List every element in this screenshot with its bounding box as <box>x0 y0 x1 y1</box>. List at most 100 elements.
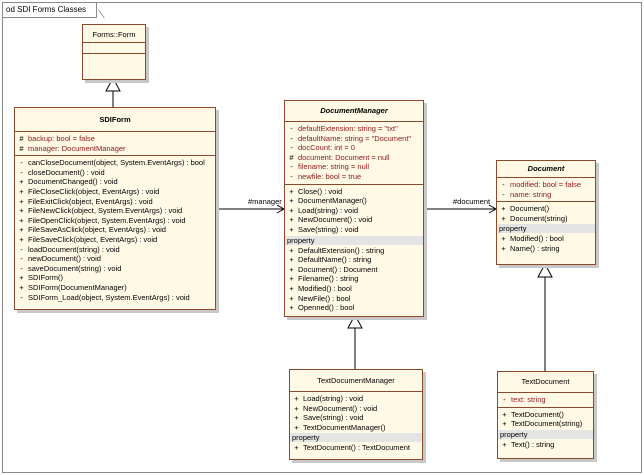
operation-row: + TextDocumentManager() <box>290 423 422 433</box>
operations-compartment: + TextDocument() + TextDocument(string) prop… <box>498 408 593 452</box>
operation-row: + FileCloseClick(object, EventArgs) : voi… <box>15 187 215 197</box>
attributes-compartment: - defaultExtension: string = "txt" - defaul… <box>285 122 423 185</box>
operation-text: TextDocument(string) <box>511 419 583 429</box>
operation-text: NewDocument() : void <box>303 403 378 413</box>
operation-row: - canCloseDocument(object, System.EventAr… <box>15 158 215 168</box>
visibility-marker: + <box>19 273 24 283</box>
attribute-row: - newfile: bool = true <box>285 172 423 182</box>
class-document[interactable]: Document - modified: bool = false - name: s… <box>496 160 596 265</box>
property-row: + Name() : string <box>497 244 595 254</box>
visibility-marker: # <box>19 134 24 143</box>
operation-row: + Document() <box>497 204 595 214</box>
property-text: DefaultExtension() : string <box>298 245 385 255</box>
operation-text: FileSaveClick(object, EventArgs) : void <box>28 234 158 244</box>
visibility-marker: + <box>501 243 506 253</box>
association-label-manager: #manager <box>248 197 282 206</box>
visibility-marker: - <box>502 189 505 199</box>
attributes-compartment: # backup: bool = false # manager: DocumentM… <box>15 132 215 157</box>
visibility-marker: + <box>289 245 294 255</box>
association-label-document: #document <box>453 197 491 206</box>
visibility-marker: + <box>19 177 24 187</box>
visibility-marker: + <box>289 196 294 206</box>
property-text: Filename() : string <box>298 274 359 284</box>
property-text: Document() : Document <box>298 264 378 274</box>
visibility-marker: + <box>502 409 507 419</box>
property-row: + Openned() : bool <box>285 303 423 313</box>
operation-row: + NewDocument() : void <box>285 215 423 225</box>
operation-text: FileCloseClick(object, EventArgs) : void <box>28 186 160 196</box>
operation-text: loadDocument(string) : void <box>28 244 120 254</box>
visibility-marker: + <box>19 282 24 292</box>
operation-row: + DocumentManager() <box>285 196 423 206</box>
operation-text: saveDocument(string) : void <box>28 263 122 273</box>
visibility-marker: + <box>501 213 506 223</box>
attribute-text: newfile: bool = true <box>298 171 362 181</box>
class-textdocumentmanager[interactable]: TextDocumentManager + Load(string) : void… <box>289 369 423 460</box>
visibility-marker: + <box>502 419 507 429</box>
attribute-row: - defaultExtension: string = "txt" <box>285 124 423 134</box>
operations-compartment: + Close() : void + DocumentManager() + Load(s… <box>285 185 423 315</box>
property-text: Name() : string <box>510 243 560 253</box>
visibility-marker: + <box>501 204 506 214</box>
generalization-arrowhead <box>537 262 553 278</box>
property-row: + NewFile() : bool <box>285 294 423 304</box>
class-forms-form[interactable]: Forms::Form <box>82 24 146 80</box>
operations-compartment: + Load(string) : void + NewDocument() : voi… <box>290 392 422 455</box>
operation-row: + FileNewClick(object, System.EventArgs) … <box>15 206 215 216</box>
operation-row: + NewDocument() : void <box>290 404 422 414</box>
operation-row: - saveDocument(string) : void <box>15 264 215 274</box>
operation-row: + Close() : void <box>285 187 423 197</box>
operation-text: SDIForm() <box>28 273 63 283</box>
property-row: + Document() : Document <box>285 265 423 275</box>
operation-row: + SDIForm(DocumentManager) <box>15 283 215 293</box>
operation-row: + TextDocument() <box>498 410 593 420</box>
visibility-marker: + <box>294 403 299 413</box>
class-documentmanager[interactable]: DocumentManager - defaultExtension: strin… <box>284 100 424 317</box>
attributes-compartment: - text: string <box>498 393 593 408</box>
operation-text: Document() <box>510 204 550 214</box>
visibility-marker: + <box>289 283 294 293</box>
attribute-text: manager: DocumentManager <box>28 143 126 153</box>
property-text: DefaultName() : string <box>298 255 372 265</box>
property-row: + Modified() : bool <box>497 234 595 244</box>
property-row: + DefaultName() : string <box>285 255 423 265</box>
operations-compartment: + Document() + Document(string) property + Mod… <box>497 202 595 255</box>
class-textdocument[interactable]: TextDocument - text: string + TextDocument… <box>497 371 594 459</box>
visibility-marker: + <box>19 225 24 235</box>
operation-text: Save(string) : void <box>303 413 364 423</box>
attribute-row: - docCount: int = 0 <box>285 143 423 153</box>
operation-text: SDIForm_Load(object, System.EventArgs) :… <box>28 292 190 302</box>
attribute-text: name: string <box>510 189 552 199</box>
operation-text: Save(string) : void <box>298 224 359 234</box>
property-stereotype-label: property <box>498 429 593 439</box>
attributes-compartment: - modified: bool = false - name: string <box>497 178 595 203</box>
operations-compartment: - canCloseDocument(object, System.EventAr… <box>15 156 215 304</box>
operation-row: + FileExitClick(object, EventArgs) : void <box>15 197 215 207</box>
property-text: TextDocument() : TextDocument <box>303 443 410 453</box>
class-name: Forms::Form <box>83 25 145 43</box>
visibility-marker: - <box>20 244 23 254</box>
attribute-text: defaultName: string = "Document" <box>298 133 412 143</box>
operation-row: + DocumentChanged() : void <box>15 177 215 187</box>
property-row: + Text() : string <box>498 440 593 450</box>
attribute-text: modified: bool = false <box>510 180 582 189</box>
attribute-text: backup: bool = false <box>28 134 95 143</box>
operation-text: TextDocument() <box>511 409 564 419</box>
visibility-marker: + <box>289 224 294 234</box>
attribute-row: - name: string <box>497 190 595 200</box>
property-stereotype-label: property <box>497 224 595 234</box>
attribute-row: - filename: string = null <box>285 162 423 172</box>
class-name: Document <box>497 161 595 178</box>
attribute-row: # backup: bool = false <box>15 134 215 144</box>
class-sdiform[interactable]: SDIForm # backup: bool = false # manager: D… <box>14 107 216 310</box>
operation-text: Load(string) : void <box>303 394 364 403</box>
operation-text: FileSaveAsClick(object, EventArgs) : voi… <box>28 225 166 235</box>
operation-row: + TextDocument(string) <box>498 419 593 429</box>
visibility-marker: + <box>289 215 294 225</box>
operation-text: Document(string) <box>510 213 568 223</box>
operation-text: canCloseDocument(object, System.EventArg… <box>28 158 205 168</box>
visibility-marker: + <box>19 234 24 244</box>
operation-text: closeDocument() : void <box>28 167 105 177</box>
visibility-marker: - <box>290 133 293 143</box>
visibility-marker: + <box>19 215 24 225</box>
